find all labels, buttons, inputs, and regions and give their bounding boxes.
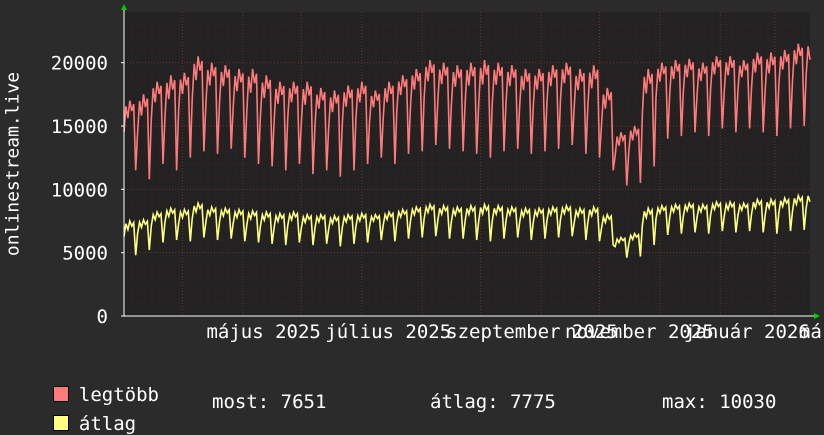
stat-most: most: 7651 <box>212 391 327 413</box>
x-axis-arrow <box>814 313 820 319</box>
y-axis-label: onlinestream.live <box>2 71 24 257</box>
x-ticks: május 2025 július 2025szeptember 2025nove… <box>206 321 824 343</box>
x-tick-label: július 2025 <box>325 321 451 343</box>
y-axis-label-wrap: onlinestream.live <box>0 12 26 316</box>
legend-label-atlag: átlag <box>78 413 137 435</box>
y-tick-label: 5000 <box>62 243 108 265</box>
y-ticks: 0 5000 10000 15000 20000 <box>51 53 124 328</box>
stat-atlag: átlag: 7775 <box>430 391 556 413</box>
y-tick-label: 10000 <box>51 179 108 201</box>
y-tick-label: 20000 <box>51 53 108 75</box>
legend-item-atlag: átlag <box>30 391 136 435</box>
x-tick-label: január 2026 <box>684 321 810 343</box>
x-tick-label: március 2026 <box>799 321 824 343</box>
stat-max: max: 10030 <box>662 391 777 413</box>
y-tick-label: 15000 <box>51 116 108 138</box>
x-tick-label: május 2025 <box>206 321 320 343</box>
legend-swatch-atlag <box>52 415 69 431</box>
y-axis-arrow <box>121 4 127 10</box>
y-tick-label: 0 <box>97 306 108 328</box>
chart: 0 5000 10000 15000 20000 május 2025 július 20… <box>51 4 824 343</box>
